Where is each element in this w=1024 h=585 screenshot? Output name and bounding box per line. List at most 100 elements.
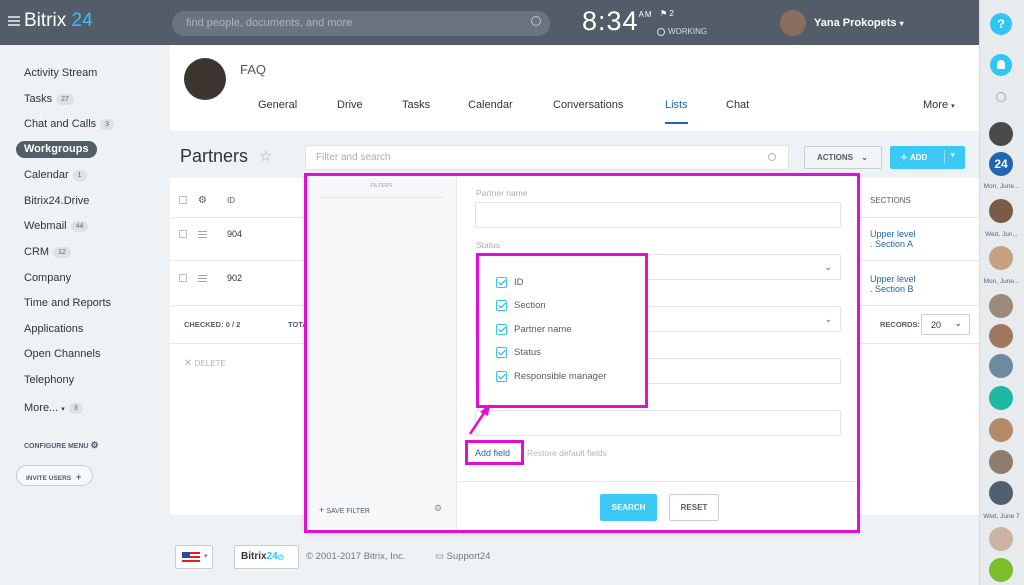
save-filter-button[interactable]: + SAVE FILTER	[319, 505, 370, 515]
sidebar-item-company[interactable]: Company	[24, 272, 71, 284]
avatar[interactable]	[989, 122, 1013, 146]
avatar[interactable]	[989, 527, 1013, 551]
search-icon[interactable]	[531, 16, 541, 26]
date-label: Mon, June...	[983, 183, 1020, 190]
sidebar-item-chat-and-calls[interactable]: Chat and Calls 3	[24, 118, 115, 130]
sidebar-item-telephony[interactable]: Telephony	[24, 374, 74, 386]
total-label: TOTA	[288, 320, 308, 329]
checkbox[interactable]	[496, 277, 507, 288]
add-field-button[interactable]: Add field	[465, 440, 524, 465]
plus-icon: +	[319, 505, 325, 515]
tab-more-label: More	[923, 99, 949, 111]
global-search-input[interactable]: find people, documents, and more	[172, 11, 550, 36]
phone-icon[interactable]	[989, 558, 1013, 582]
sidebar-item-open-channels[interactable]: Open Channels	[24, 348, 100, 360]
configure-menu-button[interactable]: CONFIGURE MENU ⚙	[24, 440, 99, 451]
tab-tasks[interactable]: Tasks	[402, 99, 430, 111]
help-button[interactable]: ?	[990, 13, 1012, 35]
avatar[interactable]	[989, 450, 1013, 474]
select-all-checkbox[interactable]	[179, 196, 187, 204]
records-per-page-select[interactable]: 20 ⌄	[921, 314, 970, 335]
checkbox[interactable]	[496, 371, 507, 382]
avatar[interactable]	[989, 294, 1013, 318]
avatar[interactable]: 24	[989, 152, 1013, 176]
gear-icon[interactable]: ⚙	[198, 195, 207, 206]
field-option-section[interactable]: Section	[496, 300, 546, 311]
support-link[interactable]: ▭ Support24	[435, 551, 490, 562]
sidebar-item-calendar[interactable]: Calendar 1	[24, 169, 87, 181]
date-label: Mon, June...	[983, 278, 1020, 285]
field-input[interactable]	[475, 410, 841, 436]
checkbox[interactable]	[496, 347, 507, 358]
brand-logo[interactable]: Bitrix 24	[8, 10, 93, 32]
menu-icon[interactable]	[8, 14, 20, 28]
work-status[interactable]: WORKING	[657, 27, 707, 36]
avatar[interactable]	[989, 386, 1013, 410]
sidebar-item-webmail[interactable]: Webmail 44	[24, 220, 89, 232]
avatar[interactable]	[989, 418, 1013, 442]
partner-name-input[interactable]	[475, 202, 841, 228]
bitrix24-logo[interactable]: Bitrix24◷	[234, 545, 299, 569]
sidebar-item-tasks[interactable]: Tasks 27	[24, 93, 74, 105]
tab-lists[interactable]: Lists	[665, 99, 688, 111]
checkbox[interactable]	[496, 300, 507, 311]
user-menu[interactable]: Yana Prokopets ▾	[780, 10, 904, 36]
row-checkbox[interactable]	[179, 274, 187, 282]
field-option-responsible-manager[interactable]: Responsible manager	[496, 371, 606, 382]
filter-search-input[interactable]: Filter and search	[305, 145, 789, 170]
clock-ampm: AM	[638, 10, 653, 19]
search-icon[interactable]	[768, 153, 776, 161]
row-menu-icon[interactable]	[198, 229, 207, 240]
clock[interactable]: 8:34AM	[582, 6, 653, 37]
sidebar-item-time-and-reports[interactable]: Time and Reports	[24, 297, 111, 309]
reset-button[interactable]: RESET	[669, 494, 719, 521]
flag-counter[interactable]: ⚑ 2	[660, 9, 674, 18]
tab-general[interactable]: General	[258, 99, 297, 111]
filter-placeholder: Filter and search	[316, 152, 391, 163]
column-header-sections[interactable]: SECTIONS	[870, 196, 911, 205]
section-link[interactable]: Upper level. Section A	[870, 229, 916, 249]
invite-users-button[interactable]: INVITE USERS +	[16, 465, 93, 486]
avatar[interactable]	[989, 354, 1013, 378]
bell-icon[interactable]	[990, 54, 1012, 76]
sidebar-item-label: Time and Reports	[24, 297, 112, 309]
avatar[interactable]	[989, 199, 1013, 223]
star-icon[interactable]: ☆	[259, 147, 272, 165]
sidebar-item-applications[interactable]: Applications	[24, 323, 83, 335]
tab-more[interactable]: More ▾	[923, 99, 955, 111]
tab-drive[interactable]: Drive	[337, 99, 363, 111]
row-menu-icon[interactable]	[198, 273, 207, 284]
search-icon[interactable]	[996, 92, 1006, 102]
sidebar-item-workgroups[interactable]: Workgroups	[16, 141, 97, 158]
row-id: 904	[227, 229, 243, 239]
section-link[interactable]: Upper level. Section B	[870, 274, 916, 294]
chevron-down-icon[interactable]: ▾	[951, 151, 955, 159]
sidebar-item-drive[interactable]: Bitrix24.Drive	[24, 195, 89, 207]
gear-icon[interactable]: ⚙	[434, 503, 442, 514]
field-option-partner-name[interactable]: Partner name	[496, 324, 572, 335]
delete-button[interactable]: ✕ DELETE	[184, 358, 226, 369]
search-button[interactable]: SEARCH	[600, 494, 657, 521]
field-option-status[interactable]: Status	[496, 347, 541, 358]
avatar[interactable]	[989, 246, 1013, 270]
row-checkbox[interactable]	[179, 230, 187, 238]
group-avatar[interactable]	[184, 58, 226, 100]
column-header-id[interactable]: ID	[227, 196, 235, 205]
avatar[interactable]	[989, 324, 1013, 348]
sidebar-item-more[interactable]: More... ▾ 3	[24, 402, 83, 414]
field-option-id[interactable]: ID	[496, 277, 524, 288]
restore-default-fields-link[interactable]: Restore default fields	[527, 448, 607, 458]
avatar[interactable]	[989, 481, 1013, 505]
actions-button[interactable]: ACTIONS ⌄	[804, 146, 882, 169]
tab-chat[interactable]: Chat	[726, 99, 749, 111]
sidebar-item-label: Webmail	[24, 220, 67, 232]
group-title[interactable]: FAQ	[240, 62, 266, 77]
add-button[interactable]: ＋ ADD ▾	[890, 146, 965, 169]
language-selector[interactable]: ▾	[175, 545, 213, 569]
tab-conversations[interactable]: Conversations	[553, 99, 623, 111]
sidebar-item-crm[interactable]: CRM 12	[24, 246, 71, 258]
configure-label: CONFIGURE MENU	[24, 443, 89, 450]
sidebar-item-activity-stream[interactable]: Activity Stream	[24, 67, 97, 79]
tab-calendar[interactable]: Calendar	[468, 99, 513, 111]
checkbox[interactable]	[496, 324, 507, 335]
